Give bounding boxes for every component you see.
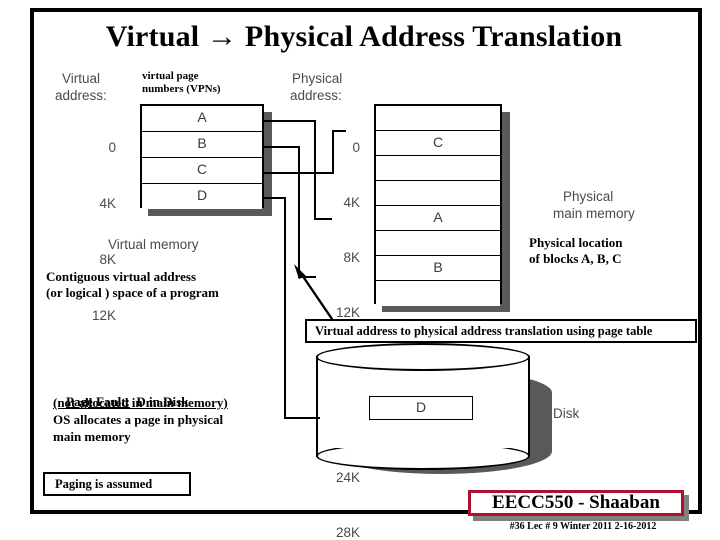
virtual-address-label-line1: Virtual (62, 71, 101, 86)
connector-d-seg3 (284, 417, 320, 419)
contiguous-note-line1: Contiguous virtual address (46, 269, 197, 284)
physical-memory-table: C A B (374, 104, 502, 306)
virtual-block-c: C (142, 158, 262, 184)
slide-canvas: Virtual → Physical Address Translation V… (0, 0, 720, 540)
connector-a-seg2 (314, 120, 316, 220)
translation-callout[interactable]: Virtual address to physical address tran… (305, 319, 697, 343)
contiguous-note-line2: (or logical ) space of a program (46, 285, 219, 300)
physical-slot-16k: A (376, 206, 500, 231)
virtual-address-12k: 12K (91, 308, 116, 323)
translation-arrow (294, 264, 335, 323)
physical-main-memory-label-line2: main memory (553, 206, 635, 221)
virtual-memory-label: Virtual memory (108, 237, 199, 252)
connector-c-seg2 (332, 130, 334, 174)
physical-location-note-line2: of blocks A, B, C (529, 251, 622, 266)
disk-bottom-cover (318, 428, 528, 448)
course-badge: EECC550 - Shaaban (468, 490, 684, 516)
connector-a-seg3 (314, 218, 332, 220)
physical-slot-24k: B (376, 256, 500, 281)
connector-b-seg1 (264, 146, 300, 148)
page-fault-line4: main memory (53, 429, 131, 444)
physical-slot-20k (376, 231, 500, 256)
virtual-address-4k: 4K (99, 196, 116, 211)
connector-c-seg3 (332, 130, 346, 132)
physical-slot-8k (376, 156, 500, 181)
physical-slot-0 (376, 106, 500, 131)
physical-address-label-line2: address: (290, 88, 342, 103)
disk-block-d: D (369, 396, 473, 420)
disk-top-ellipse (316, 343, 530, 371)
page-title: Virtual → Physical Address Translation (105, 20, 623, 53)
physical-address-4k: 4K (343, 195, 360, 210)
disk-label: Disk (553, 406, 580, 421)
paging-callout[interactable]: Paging is assumed (43, 472, 191, 496)
page-fault-line2: (not allocated in main memory) (53, 395, 228, 410)
virtual-address-0: 0 (108, 140, 116, 155)
vpn-label-line2: numbers (VPNs) (142, 83, 221, 95)
physical-main-memory-label-line1: Physical (563, 189, 614, 204)
footer-meta: #36 Lec # 9 Winter 2011 2-16-2012 (509, 521, 657, 532)
virtual-block-a: A (142, 106, 262, 132)
physical-slot-28k (376, 281, 500, 306)
connector-a-seg1 (264, 120, 316, 122)
page-fault-line3: OS allocates a page in physical (53, 412, 224, 427)
virtual-address-label-line2: address: (55, 88, 107, 103)
physical-address-label-line1: Physical (292, 71, 343, 86)
physical-address-0: 0 (352, 140, 360, 155)
disk-illustration: D (316, 343, 556, 480)
virtual-address-column: 0 4K 8K 12K (70, 105, 116, 359)
virtual-block-d: D (142, 184, 262, 209)
physical-location-note-line1: Physical location (529, 235, 623, 250)
physical-slot-12k (376, 181, 500, 206)
connector-d-seg1 (264, 197, 286, 199)
physical-slot-4k: C (376, 131, 500, 156)
physical-address-28k: 28K (335, 525, 360, 540)
connector-b-seg2 (298, 146, 300, 278)
virtual-block-b: B (142, 132, 262, 158)
virtual-memory-table: A B C D (140, 104, 264, 209)
